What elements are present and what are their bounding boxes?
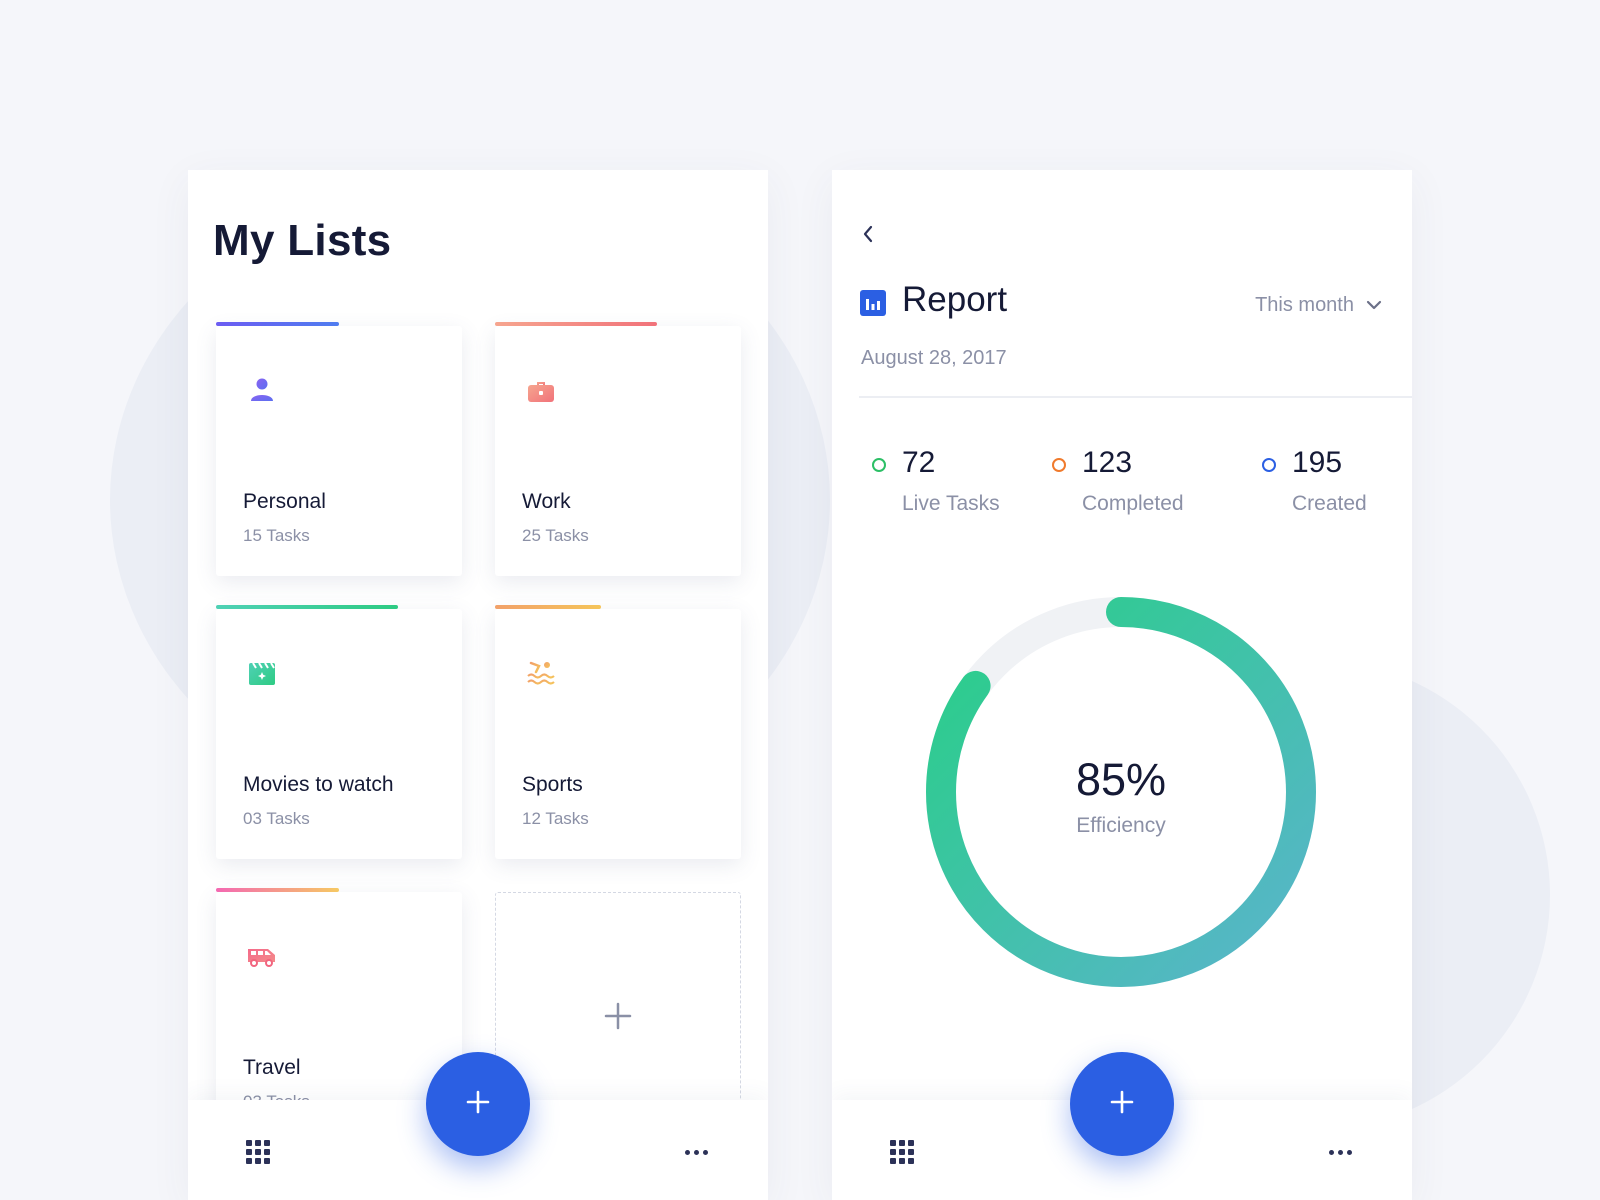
stat-label: Live Tasks: [902, 492, 1000, 515]
plus-icon: [466, 1090, 490, 1119]
add-button[interactable]: [426, 1052, 530, 1156]
list-card-sports[interactable]: Sports 12 Tasks: [495, 605, 741, 859]
list-card-count: 15 Tasks: [243, 526, 310, 545]
list-card-title: Work: [522, 490, 571, 513]
report-screen: Report This month August 28, 2017 72 Liv…: [832, 170, 1412, 1200]
more-icon[interactable]: [685, 1150, 708, 1155]
briefcase-icon: [525, 374, 557, 406]
grid-icon[interactable]: [246, 1140, 270, 1164]
card-accent-bar: [216, 605, 399, 609]
plus-icon: [1110, 1090, 1134, 1119]
grid-icon[interactable]: [890, 1140, 914, 1164]
efficiency-value: 85%: [1075, 754, 1167, 805]
plus-icon: [604, 1002, 632, 1035]
divider: [859, 396, 1412, 398]
more-icon[interactable]: [1329, 1150, 1352, 1155]
add-button[interactable]: [1070, 1052, 1174, 1156]
page-title: My Lists: [213, 216, 392, 265]
efficiency-label: Efficiency: [1076, 814, 1166, 837]
stat-value: 72: [902, 446, 936, 479]
card-accent-bar: [495, 322, 658, 326]
stat-value: 123: [1082, 446, 1133, 479]
bar-chart-icon: [860, 290, 886, 316]
status-dot: [1262, 458, 1276, 472]
van-icon: [246, 940, 278, 972]
list-card-movies[interactable]: Movies to watch 03 Tasks: [216, 605, 462, 859]
status-dot: [872, 458, 886, 472]
list-card-count: 12 Tasks: [522, 809, 589, 828]
list-card-count: 25 Tasks: [522, 526, 589, 545]
list-card-title: Personal: [243, 490, 326, 513]
person-icon: [246, 374, 278, 406]
chevron-left-icon[interactable]: [858, 222, 878, 246]
card-accent-bar: [216, 888, 339, 892]
report-date: August 28, 2017: [861, 347, 1007, 369]
page-title: Report: [902, 280, 1008, 319]
card-accent-bar: [216, 322, 339, 326]
swimming-icon: [525, 657, 557, 689]
list-card-work[interactable]: Work 25 Tasks: [495, 322, 741, 576]
my-lists-screen: My Lists Personal 15 Tasks Work 25 Tasks: [188, 170, 768, 1200]
list-card-count: 03 Tasks: [243, 809, 310, 828]
card-accent-bar: [495, 605, 601, 609]
clapperboard-icon: [246, 657, 278, 689]
stat-value: 195: [1292, 446, 1343, 479]
list-card-title: Movies to watch: [243, 773, 394, 796]
status-dot: [1052, 458, 1066, 472]
period-label: This month: [1255, 294, 1354, 316]
chevron-down-icon: [1366, 294, 1382, 317]
list-card-title: Sports: [522, 773, 583, 796]
stat-label: Completed: [1082, 492, 1184, 515]
efficiency-ring: 85% Efficiency: [921, 592, 1321, 992]
period-dropdown[interactable]: This month: [1255, 294, 1382, 317]
stat-label: Created: [1292, 492, 1367, 515]
list-card-title: Travel: [243, 1056, 301, 1079]
list-card-personal[interactable]: Personal 15 Tasks: [216, 322, 462, 576]
